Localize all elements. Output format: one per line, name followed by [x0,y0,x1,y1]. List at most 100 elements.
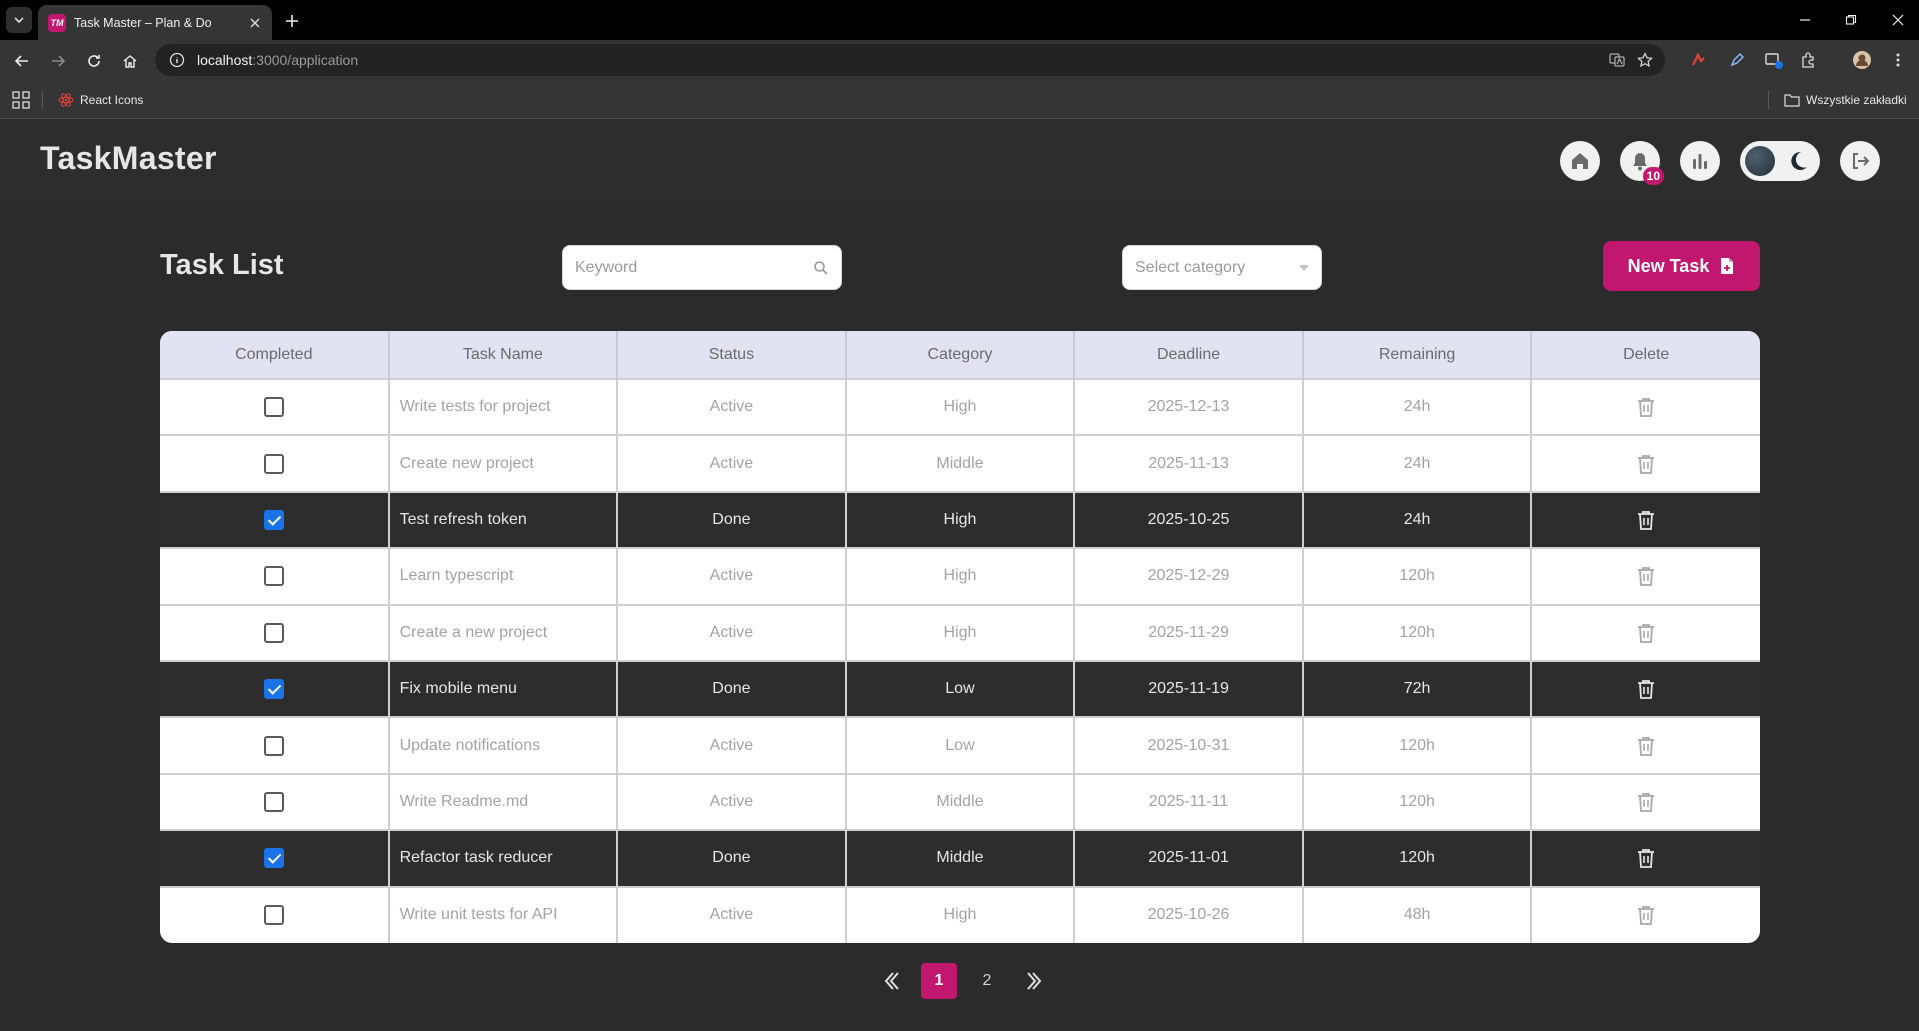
restore-button[interactable] [1839,8,1863,32]
completed-checkbox[interactable] [263,566,284,587]
category-select-value: Select category [1135,258,1246,276]
delete-cell[interactable] [1531,716,1760,774]
task-name-cell[interactable]: Write unit tests for API [388,885,619,943]
extension-red-icon[interactable] [1687,48,1711,72]
category-cell: Low [845,659,1076,718]
search-box[interactable] [562,245,842,290]
new-task-button[interactable]: New Task [1603,241,1760,291]
delete-cell[interactable] [1531,490,1760,549]
remaining-cell: 48h [1302,885,1533,943]
column-header-status[interactable]: Status [617,331,847,379]
close-icon [1892,14,1904,26]
completed-checkbox[interactable] [263,509,284,530]
completed-checkbox[interactable] [263,679,284,700]
category-select[interactable]: Select category [1122,245,1322,290]
apps-grid-icon[interactable] [12,91,30,109]
forward-button[interactable] [45,48,71,74]
remaining-cell: 24h [1302,434,1533,492]
delete-cell[interactable] [1531,547,1760,605]
delete-cell[interactable] [1531,377,1760,436]
task-name-cell[interactable]: Write Readme.md [388,772,619,831]
address-bar[interactable]: localhost:3000/application [155,44,1665,76]
close-window-button[interactable] [1886,8,1910,32]
translate-icon[interactable] [1607,50,1627,70]
column-header-delete: Delete [1623,345,1670,363]
browser-tab[interactable]: TM Task Master – Plan & Do [38,5,272,40]
status-cell: Active [617,547,847,605]
deadline-cell: 2025-10-26 [1074,885,1304,943]
status-cell: Active [617,716,847,774]
delete-cell[interactable] [1531,659,1760,718]
tab-close-button[interactable] [246,14,264,32]
page-button-1[interactable]: 1 [921,963,957,999]
deadline-cell: 2025-11-11 [1074,772,1304,831]
tab-manager-extension-icon[interactable] [1762,48,1786,72]
task-name-cell[interactable]: Update notifications [388,716,619,774]
new-tab-button[interactable] [280,9,304,33]
all-bookmarks-folder[interactable]: Wszystkie zakładki [1784,90,1907,110]
completed-checkbox[interactable] [263,848,284,869]
delete-cell[interactable] [1531,603,1760,661]
completed-checkbox[interactable] [263,791,284,812]
logout-button[interactable] [1840,141,1880,181]
column-header-completed[interactable]: Completed [160,331,390,379]
app-logo[interactable]: TaskMaster [40,140,217,177]
completed-checkbox[interactable] [263,397,284,418]
folder-icon [1784,94,1800,107]
page-button-2[interactable]: 2 [969,963,1005,999]
column-header-task-name[interactable]: Task Name [388,331,619,379]
delete-cell[interactable] [1531,434,1760,492]
task-name-cell[interactable]: Create a new project [388,603,619,661]
delete-cell[interactable] [1531,885,1760,943]
home-button[interactable] [1560,141,1600,181]
deadline-cell: 2025-11-13 [1074,434,1304,492]
tab-search-button[interactable] [6,7,32,33]
back-button[interactable] [9,48,35,74]
pen-extension-icon[interactable] [1725,48,1749,72]
column-header-deadline[interactable]: Deadline [1074,331,1304,379]
bookmark-react-icons[interactable]: React Icons [58,90,143,110]
search-icon[interactable] [813,260,829,276]
home-button[interactable] [117,48,143,74]
remaining-cell: 120h [1302,716,1533,774]
reload-button[interactable] [81,48,107,74]
search-input[interactable] [575,258,813,277]
completed-cell [160,547,390,605]
browser-tabstrip: TM Task Master – Plan & Do [0,0,1919,40]
category-cell: High [845,547,1076,605]
task-name-cell[interactable]: Refactor task reducer [388,829,619,887]
task-name-cell[interactable]: Learn typescript [388,547,619,605]
arrow-right-icon [52,55,66,67]
notifications-button[interactable]: 10 [1620,141,1664,185]
table-row: Create a new project Active High 2025-11-29… [160,603,1760,661]
delete-cell[interactable] [1531,772,1760,831]
profile-avatar-icon[interactable] [1850,48,1874,72]
minimize-button[interactable] [1793,8,1817,32]
delete-cell[interactable] [1531,829,1760,887]
column-header-category[interactable]: Category [845,331,1076,379]
page-title: Task List [160,249,284,281]
completed-checkbox[interactable] [263,622,284,643]
next-page-button[interactable] [1017,964,1051,998]
browser-menu-icon[interactable] [1886,48,1910,72]
theme-toggle[interactable] [1740,141,1820,181]
completed-checkbox[interactable] [263,735,284,756]
task-name-cell[interactable]: Write tests for project [388,377,619,436]
task-name-cell[interactable]: Create new project [388,434,619,492]
completed-checkbox[interactable] [263,453,284,474]
prev-page-button[interactable] [875,964,909,998]
extensions-puzzle-icon[interactable] [1797,48,1821,72]
all-bookmarks-label: Wszystkie zakładki [1806,93,1907,107]
task-name-cell[interactable]: Test refresh token [388,490,619,549]
completed-checkbox[interactable] [263,905,284,926]
task-name-cell[interactable]: Fix mobile menu [388,659,619,718]
category-cell: High [845,377,1076,436]
column-header-remaining[interactable]: Remaining [1302,331,1533,379]
statistics-button[interactable] [1680,141,1720,181]
trash-icon [1638,849,1655,869]
site-info-icon[interactable] [167,50,187,70]
trash-icon [1638,736,1655,756]
completed-cell [160,659,390,718]
bookmark-star-icon[interactable] [1635,50,1655,70]
remaining-cell: 120h [1302,772,1533,831]
